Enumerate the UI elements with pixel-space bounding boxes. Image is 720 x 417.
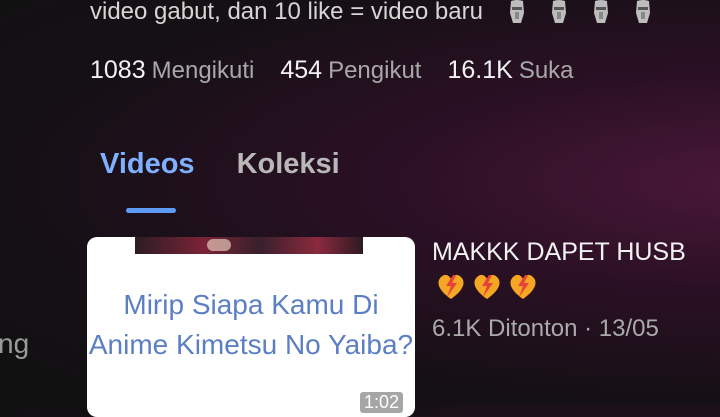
moai-icon xyxy=(633,0,653,25)
video-meta: 6.1K Ditonton · 13/05 xyxy=(432,315,659,343)
stat-followers[interactable]: 454 Pengikut xyxy=(280,56,421,85)
video-thumbnail[interactable]: Mirip Siapa Kamu Di Anime Kimetsu No Yai… xyxy=(87,237,415,417)
likes-label: Suka xyxy=(518,57,574,84)
following-label: Mengikuti xyxy=(151,57,255,84)
title-emojis xyxy=(434,270,540,307)
meta-separator: · xyxy=(584,315,599,342)
stat-following[interactable]: 1083 Mengikuti xyxy=(90,56,254,85)
likes-count: 16.1K xyxy=(447,56,513,84)
profile-stats: 1083 Mengikuti 454 Pengikut 16.1K Suka xyxy=(90,56,574,85)
tab-koleksi[interactable]: Koleksi xyxy=(237,148,340,181)
thumbnail-image-strip xyxy=(135,237,363,254)
offscreen-text: ng xyxy=(0,328,30,359)
moai-icon xyxy=(507,0,527,25)
lightning-heart-icon xyxy=(506,270,540,307)
lightning-heart-icon xyxy=(470,270,504,307)
moai-icon xyxy=(549,0,569,25)
stat-likes[interactable]: 16.1K Suka xyxy=(447,56,573,85)
following-count: 1083 xyxy=(90,56,146,84)
profile-tabs: Videos Koleksi xyxy=(100,148,340,181)
tab-videos[interactable]: Videos xyxy=(100,148,195,181)
moai-icon xyxy=(591,0,611,25)
followers-count: 454 xyxy=(280,56,323,84)
video-duration: 1:02 xyxy=(360,392,404,413)
lightning-heart-icon xyxy=(434,270,468,307)
thumbnail-image-detail xyxy=(207,239,231,251)
video-date: 13/05 xyxy=(598,315,659,342)
active-tab-indicator xyxy=(126,208,176,213)
profile-bio: video gabut, dan 10 like = video baru xyxy=(90,0,653,26)
bio-text: video gabut, dan 10 like = video baru xyxy=(90,0,483,25)
video-title[interactable]: MAKKK DAPET HUSB xyxy=(432,238,686,267)
thumbnail-title: Mirip Siapa Kamu Di Anime Kimetsu No Yai… xyxy=(88,289,414,360)
followers-label: Pengikut xyxy=(328,57,422,84)
video-views: 6.1K Ditonton xyxy=(432,315,578,342)
